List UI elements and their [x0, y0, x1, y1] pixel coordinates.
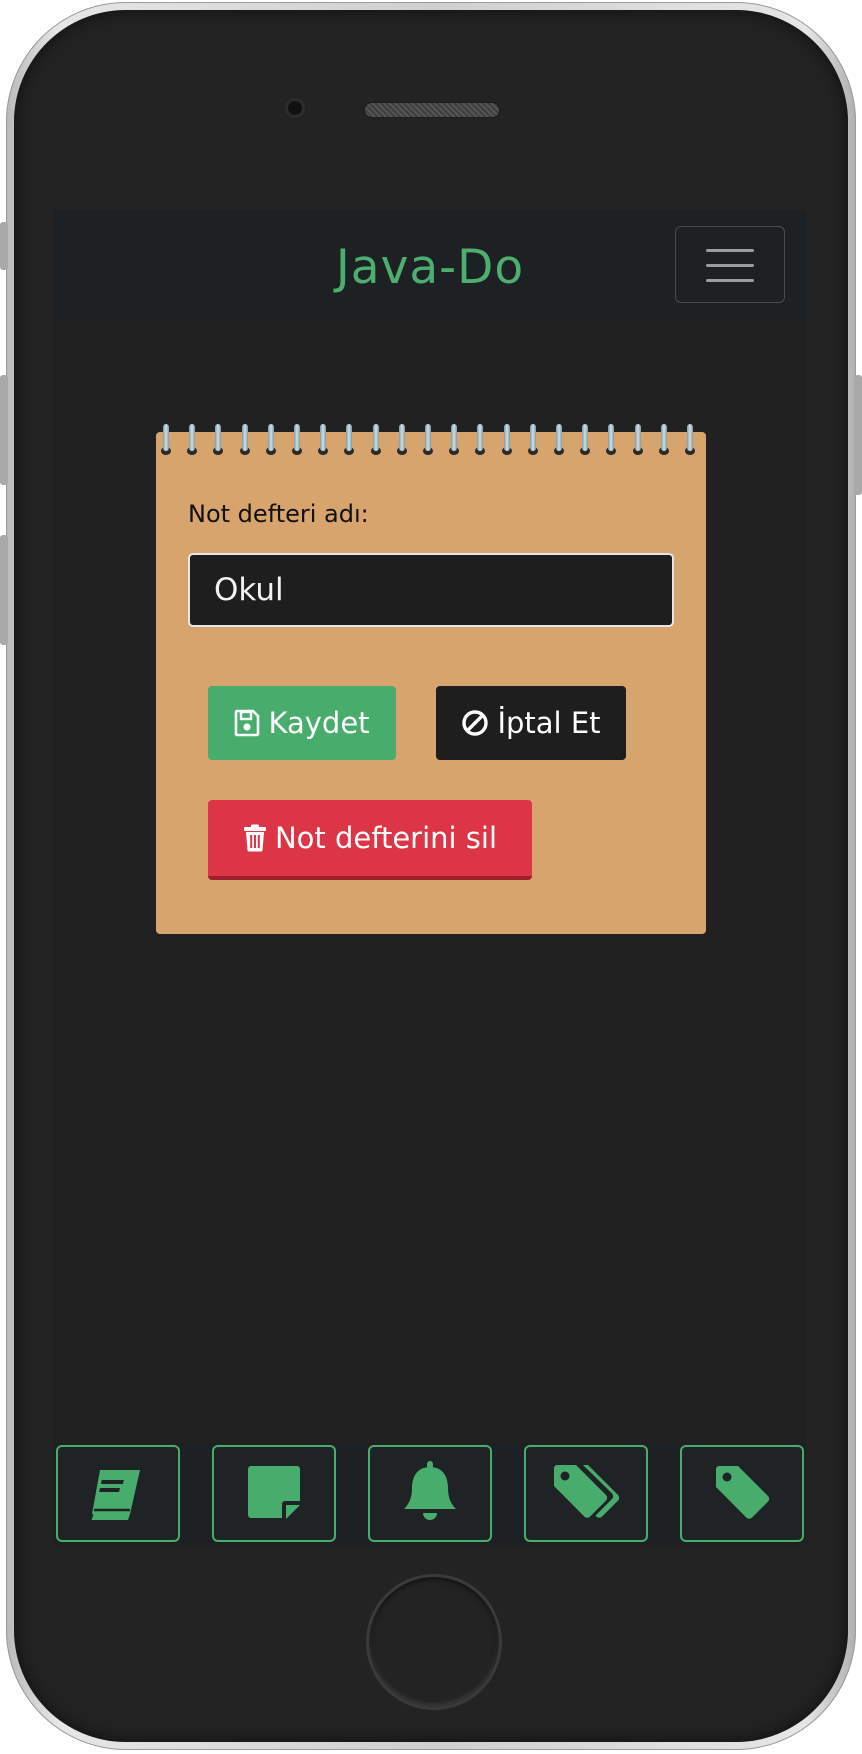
cancel-button[interactable]: İptal Et	[436, 686, 626, 760]
nav-notes-tab[interactable]	[212, 1445, 336, 1542]
hamburger-icon	[706, 249, 754, 252]
front-camera	[288, 101, 302, 115]
power-button	[854, 375, 862, 495]
top-navbar: Java-Do	[54, 210, 806, 322]
book-icon	[86, 1462, 150, 1525]
sticky-note-icon	[245, 1463, 303, 1524]
home-button[interactable]	[366, 1574, 502, 1710]
volume-down-button	[0, 535, 8, 645]
app-screen: Java-Do Not defteri adı: Kaydet İptal Et	[54, 210, 806, 1545]
notebook-name-input[interactable]	[188, 553, 674, 627]
delete-notebook-button[interactable]: Not defterini sil	[208, 800, 532, 880]
spiral-ring	[632, 424, 643, 455]
earpiece-speaker	[365, 103, 499, 117]
spiral-ring	[161, 424, 171, 455]
hamburger-menu-button[interactable]	[675, 226, 785, 303]
spiral-ring	[423, 424, 433, 455]
spiral-ring	[187, 424, 198, 455]
nav-tags-tab[interactable]	[524, 1445, 648, 1542]
spiral-ring	[239, 424, 250, 455]
nav-notebooks-tab[interactable]	[56, 1445, 180, 1542]
spiral-ring	[344, 424, 355, 455]
hamburger-icon-bar	[706, 279, 754, 282]
spiral-ring	[580, 424, 591, 455]
delete-button-label: Not defterini sil	[274, 821, 498, 855]
cancel-button-label: İptal Et	[497, 706, 601, 740]
spiral-ring	[685, 424, 695, 455]
bell-icon	[400, 1460, 460, 1527]
spiral-ring	[265, 424, 276, 455]
spiral-ring	[292, 424, 302, 455]
tags-icon	[550, 1462, 622, 1525]
nav-reminders-tab[interactable]	[368, 1445, 492, 1542]
nav-tag-tab[interactable]	[680, 1445, 804, 1542]
save-button-label: Kaydet	[268, 706, 370, 740]
spiral-ring	[370, 424, 381, 455]
spiral-ring	[527, 424, 538, 455]
spiral-ring	[606, 424, 617, 455]
hamburger-icon-bar	[706, 264, 754, 267]
bottom-navigation	[54, 1443, 806, 1545]
spiral-ring	[318, 424, 329, 455]
spiral-ring	[658, 424, 669, 455]
spiral-ring	[449, 424, 460, 455]
spiral-ring	[554, 424, 564, 455]
save-icon	[234, 709, 260, 737]
spiral-binding	[156, 424, 706, 464]
spiral-ring	[396, 424, 407, 455]
trash-icon	[243, 824, 267, 852]
spiral-ring	[213, 424, 224, 455]
tag-icon	[712, 1463, 772, 1524]
save-button[interactable]: Kaydet	[208, 686, 396, 760]
ban-icon	[461, 709, 489, 737]
spiral-ring	[475, 424, 486, 455]
volume-up-button	[0, 375, 8, 485]
mute-switch	[0, 222, 8, 270]
spiral-ring	[501, 424, 512, 455]
notebook-name-label: Not defteri adı:	[188, 500, 369, 528]
